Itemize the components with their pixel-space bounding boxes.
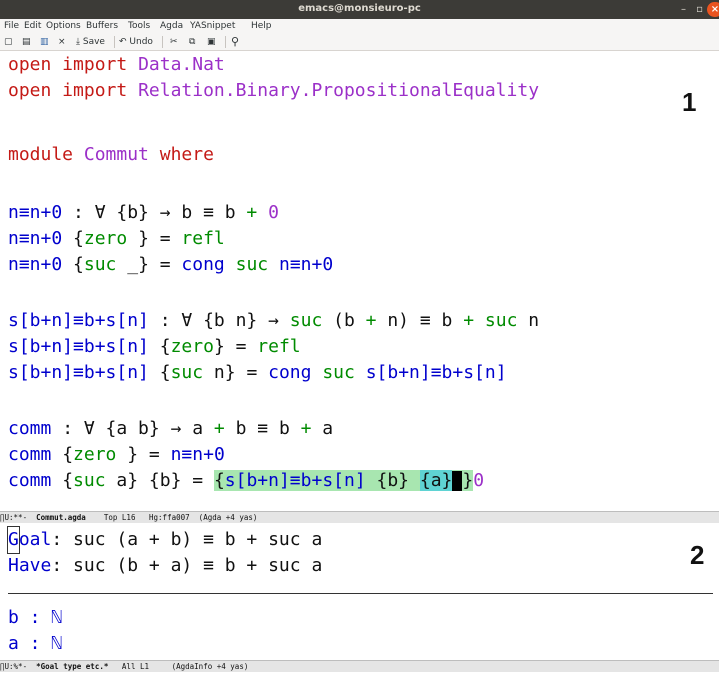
toolbar-separator bbox=[162, 36, 163, 48]
new-file-icon[interactable]: ▢ bbox=[4, 34, 13, 50]
paste-icon[interactable]: ▣ bbox=[207, 34, 216, 50]
menu-bar: File Edit Options Buffers Tools Agda YAS… bbox=[0, 19, 719, 33]
undo-button[interactable]: ↶ Undo bbox=[119, 34, 153, 50]
code-line: s[b+n]≡b+s[n] {zero} = refl bbox=[8, 336, 301, 357]
separator-rule bbox=[8, 593, 713, 594]
menu-buffers[interactable]: Buffers bbox=[86, 21, 118, 31]
code-line: comm {zero } = n≡n+0 bbox=[8, 444, 225, 465]
cut-icon[interactable]: ✂ bbox=[170, 34, 178, 50]
save-label: Save bbox=[82, 37, 105, 47]
save-icon: ⤓ bbox=[76, 37, 80, 47]
annotation-2: 2 bbox=[690, 540, 705, 570]
toolbar-separator bbox=[225, 36, 226, 48]
code-line: s[b+n]≡b+s[n] {suc n} = cong suc s[b+n]≡… bbox=[8, 362, 507, 383]
menu-yasnippet[interactable]: YASnippet bbox=[190, 21, 235, 31]
minimize-button[interactable]: – bbox=[676, 2, 691, 17]
menu-edit[interactable]: Edit bbox=[24, 21, 41, 31]
menu-tools[interactable]: Tools bbox=[128, 21, 150, 31]
code-line: open import Relation.Binary.Propositiona… bbox=[8, 80, 540, 101]
close-buffer-icon[interactable]: × bbox=[58, 34, 66, 50]
window-title: emacs@monsieuro-pc bbox=[298, 3, 421, 14]
code-line: module Commut where bbox=[8, 144, 214, 165]
mode-line-source: ∏U:**- Commut.agda Top L16 Hg:ffa007 (Ag… bbox=[0, 511, 719, 523]
hole-argument: {a} bbox=[419, 470, 453, 491]
mode-line-goal: ∏U:%*- *Goal type etc.* All L1 (AgdaInfo… bbox=[0, 660, 719, 672]
copy-icon[interactable]: ⧉ bbox=[189, 34, 195, 50]
toolbar: ▢ ▤ ▥ × ⤓ Save ↶ Undo ✂ ⧉ ▣ ⚲ bbox=[0, 33, 719, 51]
search-icon[interactable]: ⚲ bbox=[231, 34, 239, 50]
menu-agda[interactable]: Agda bbox=[160, 21, 183, 31]
goal-line: Goal: suc (a + b) ≡ b + suc a bbox=[7, 526, 322, 554]
title-bar: emacs@monsieuro-pc – ▫ × bbox=[0, 0, 719, 19]
toolbar-separator bbox=[114, 36, 115, 48]
text-cursor bbox=[452, 471, 463, 491]
context-entry: b : ℕ bbox=[8, 607, 63, 628]
undo-icon: ↶ bbox=[119, 37, 127, 47]
menu-options[interactable]: Options bbox=[46, 21, 81, 31]
open-file-icon[interactable]: ▤ bbox=[22, 34, 31, 50]
buffer-name: Commut.agda bbox=[36, 513, 86, 522]
dired-icon[interactable]: ▥ bbox=[40, 34, 49, 50]
code-line: open import Data.Nat bbox=[8, 54, 225, 75]
annotation-1: 1 bbox=[682, 87, 697, 117]
code-line: s[b+n]≡b+s[n] : ∀ {b n} → suc (b + n) ≡ … bbox=[8, 310, 540, 331]
code-line: comm {suc a} {b} = {s[b+n]≡b+s[n] {b} {a… bbox=[8, 470, 485, 491]
code-line: n≡n+0 {suc _} = cong suc n≡n+0 bbox=[8, 254, 334, 275]
save-button[interactable]: ⤓ Save bbox=[76, 34, 105, 50]
menu-file[interactable]: File bbox=[4, 21, 19, 31]
code-line: n≡n+0 {zero } = refl bbox=[8, 228, 225, 249]
undo-label: Undo bbox=[129, 37, 153, 47]
goal-hole[interactable]: {s[b+n]≡b+s[n] {b} {a}} bbox=[213, 470, 474, 491]
buffer-name: *Goal type etc.* bbox=[36, 662, 109, 671]
code-line: n≡n+0 : ∀ {b} → b ≡ b + 0 bbox=[8, 202, 279, 223]
code-line: comm : ∀ {a b} → a + b ≡ b + a bbox=[8, 418, 334, 439]
source-editor[interactable]: 1 open import Data.Nat open import Relat… bbox=[0, 51, 719, 511]
have-line: Have: suc (b + a) ≡ b + suc a bbox=[8, 555, 323, 576]
context-entry: a : ℕ bbox=[8, 633, 63, 654]
menu-help[interactable]: Help bbox=[251, 21, 272, 31]
maximize-button[interactable]: ▫ bbox=[692, 2, 707, 17]
goal-cursor: G bbox=[7, 526, 20, 554]
goal-buffer[interactable]: 2 Goal: suc (a + b) ≡ b + suc a Have: su… bbox=[0, 523, 719, 660]
close-button[interactable]: × bbox=[707, 2, 719, 17]
